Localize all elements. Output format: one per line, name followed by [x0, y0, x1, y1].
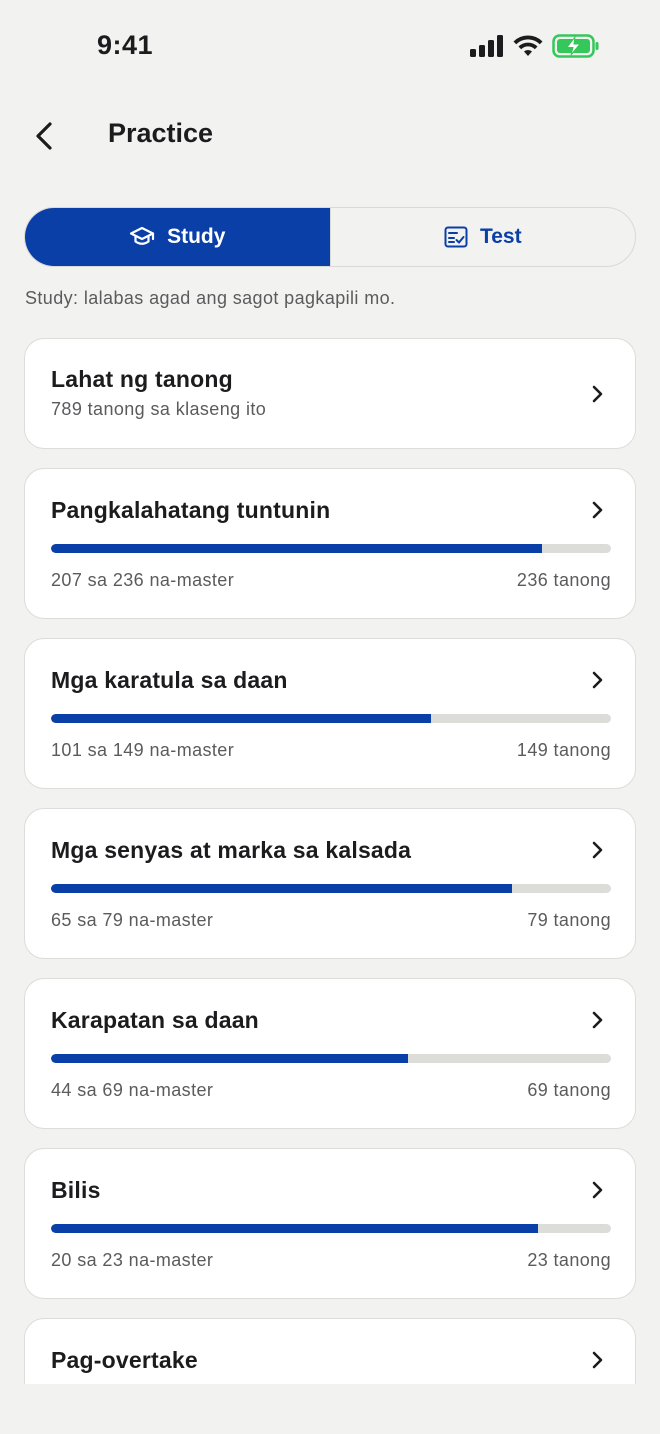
page-title: Practice — [108, 118, 214, 148]
category-card[interactable]: Mga senyas at marka sa kalsada 65 sa 79 … — [24, 808, 636, 959]
card-subtitle: 789 tanong sa klaseng ito — [51, 399, 267, 419]
category-title: Karapatan sa daan — [51, 1007, 259, 1033]
progress-track — [51, 1224, 611, 1233]
all-questions-card[interactable]: Lahat ng tanong 789 tanong sa klaseng it… — [24, 338, 636, 449]
progress-fill — [51, 544, 543, 553]
test-tab-label: Test — [479, 225, 522, 248]
chevron-right-icon — [592, 841, 603, 859]
mode-toggle: Study Test — [24, 207, 636, 267]
question-total: 149 tanong — [516, 740, 611, 760]
category-card[interactable]: Karapatan sa daan 44 sa 69 na-master 69 … — [24, 978, 636, 1129]
checklist-icon — [444, 226, 468, 248]
progress-track — [51, 544, 611, 553]
category-card[interactable]: Bilis 20 sa 23 na-master 23 tanong — [24, 1148, 636, 1299]
test-tab[interactable]: Test — [329, 208, 636, 266]
status-bar: 9:41 — [0, 0, 660, 96]
category-list: Lahat ng tanong 789 tanong sa klaseng it… — [24, 338, 636, 1434]
chevron-right-icon — [592, 671, 603, 689]
cellular-signal-icon — [470, 35, 503, 57]
chevron-right-icon — [592, 1011, 603, 1029]
graduation-cap-icon — [129, 226, 155, 245]
progress-fill — [51, 1054, 409, 1063]
progress-track — [51, 714, 611, 723]
chevron-right-icon — [592, 501, 603, 519]
nav-bar: Practice — [0, 100, 660, 172]
progress-fill — [51, 884, 512, 893]
category-title: Pag-overtake — [51, 1347, 198, 1373]
question-total: 69 tanong — [527, 1080, 611, 1100]
status-icons — [470, 34, 600, 58]
chevron-left-icon — [36, 122, 52, 150]
question-total: 23 tanong — [527, 1250, 611, 1270]
category-title: Mga karatula sa daan — [51, 667, 288, 693]
mastered-count: 44 sa 69 na-master — [51, 1080, 214, 1100]
progress-track — [51, 884, 611, 893]
chevron-right-icon — [592, 1351, 603, 1369]
back-button[interactable] — [26, 116, 62, 156]
progress-track — [51, 1054, 611, 1063]
question-total: 79 tanong — [527, 910, 611, 930]
progress-fill — [51, 1224, 538, 1233]
mode-hint: Study: lalabas agad ang sagot pagkapili … — [25, 288, 396, 308]
question-total: 236 tanong — [516, 570, 611, 590]
category-title: Pangkalahatang tuntunin — [51, 497, 331, 523]
category-title: Bilis — [51, 1177, 101, 1203]
study-tab[interactable]: Study — [25, 208, 330, 266]
study-tab-label: Study — [167, 225, 226, 248]
card-title: Lahat ng tanong — [51, 366, 233, 392]
category-title: Mga senyas at marka sa kalsada — [51, 837, 412, 863]
category-card[interactable]: Mga karatula sa daan 101 sa 149 na-maste… — [24, 638, 636, 789]
wifi-icon — [513, 35, 543, 56]
status-time: 9:41 — [97, 30, 154, 60]
category-card[interactable]: Pangkalahatang tuntunin 207 sa 236 na-ma… — [24, 468, 636, 619]
chevron-right-icon — [592, 1181, 603, 1199]
battery-charging-icon — [552, 34, 599, 58]
mastered-count: 65 sa 79 na-master — [51, 910, 214, 930]
mastered-count: 20 sa 23 na-master — [51, 1250, 214, 1270]
scroll-clip — [0, 1384, 660, 1434]
chevron-right-icon — [592, 385, 603, 403]
progress-fill — [51, 714, 431, 723]
mastered-count: 101 sa 149 na-master — [51, 740, 235, 760]
mastered-count: 207 sa 236 na-master — [51, 570, 235, 590]
